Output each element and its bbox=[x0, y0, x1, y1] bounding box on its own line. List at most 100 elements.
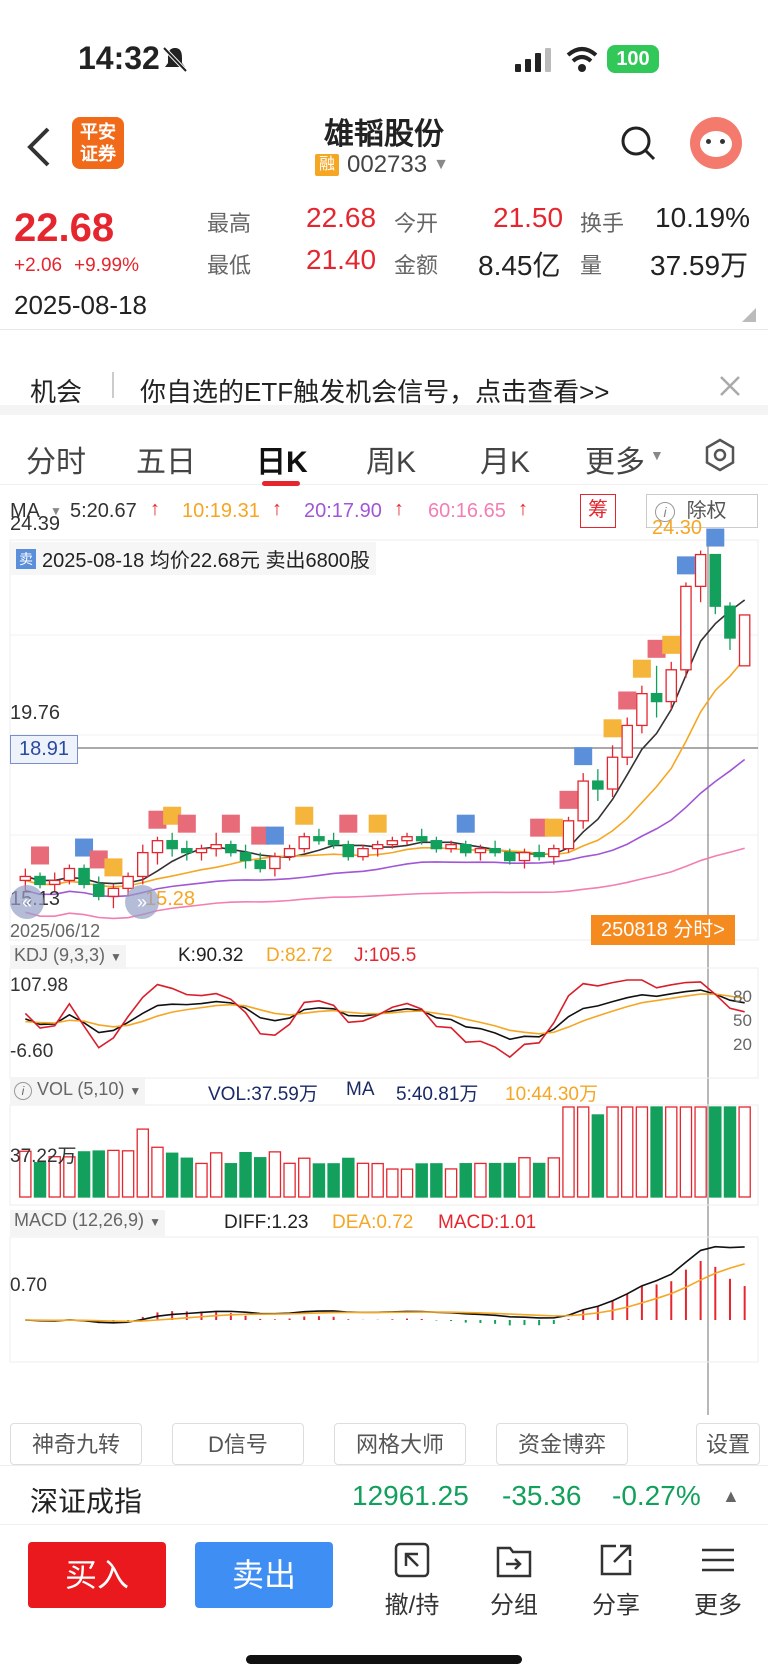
scroll-left-icon[interactable]: « bbox=[10, 885, 44, 919]
macd-dea-line bbox=[25, 1263, 745, 1323]
candle-body bbox=[166, 840, 178, 850]
volume-bar bbox=[195, 1162, 208, 1198]
index-pct: -0.27% bbox=[612, 1480, 701, 1511]
back-icon[interactable] bbox=[24, 125, 54, 169]
volume-bar bbox=[386, 1168, 399, 1198]
chevron-down-icon: ▼ bbox=[149, 1215, 161, 1229]
broker-logo: 平安证券 bbox=[72, 117, 124, 169]
kdj-indicator-select[interactable]: KDJ (9,3,3) ▼ bbox=[10, 945, 126, 969]
battery-indicator: 100 bbox=[607, 45, 659, 73]
tab-daily-k[interactable]: 日K bbox=[256, 437, 308, 481]
stock-code-row[interactable]: 融 002733 ▼ bbox=[315, 151, 449, 179]
volume-bar bbox=[239, 1152, 252, 1198]
tab-five-day[interactable]: 五日 bbox=[136, 437, 196, 481]
index-name: 深证成指 bbox=[30, 1486, 143, 1517]
tab-intraday[interactable]: 分时 bbox=[26, 437, 86, 481]
tool-nine-turn[interactable]: 神奇九转 bbox=[10, 1423, 142, 1465]
candle-body bbox=[562, 820, 575, 850]
candle-body bbox=[592, 780, 604, 790]
candle-body bbox=[298, 836, 311, 850]
close-icon[interactable] bbox=[718, 374, 742, 398]
macd-bars bbox=[25, 1245, 746, 1326]
index-change: -35.36 bbox=[502, 1480, 582, 1511]
candle-body bbox=[313, 836, 325, 842]
vol-ma5: 5:40.81万 bbox=[396, 1084, 479, 1105]
menu-icon bbox=[702, 1548, 734, 1572]
volume-bar bbox=[723, 1106, 737, 1198]
chart-area[interactable]: MA ▼ 5:20.67 ↑ 10:19.31 ↑ 20:17.90 ↑ 60:… bbox=[0, 485, 768, 1425]
trade-note-text: 2025-08-18 均价22.68元 卖出6800股 bbox=[42, 550, 370, 572]
tab-monthly-k[interactable]: 月K bbox=[480, 437, 530, 481]
quote-panel: 22.68 +2.06 +9.99% 2025-08-18 最高 22.68 今… bbox=[0, 190, 768, 330]
volume-bar bbox=[253, 1157, 267, 1198]
share-label: 分享 bbox=[592, 1592, 640, 1619]
candle-body bbox=[459, 844, 472, 854]
candle-body bbox=[738, 614, 751, 667]
tab-weekly-k[interactable]: 周K bbox=[366, 437, 416, 481]
cancel-hold-button[interactable]: 撤/持 bbox=[372, 1540, 452, 1620]
index-bar[interactable]: 深证成指 12961.25 -35.36 -0.27% ▲ bbox=[0, 1465, 768, 1525]
volume-bar bbox=[503, 1162, 517, 1198]
bottom-bar: 买入 卖出 撤/持 分组 分享 更多 bbox=[0, 1525, 768, 1670]
turnover-label: 换手 bbox=[580, 211, 625, 236]
group-button[interactable]: 分组 bbox=[474, 1540, 554, 1620]
vol-ma-label: MA bbox=[346, 1079, 375, 1100]
kdj-d: D:82.72 bbox=[266, 945, 333, 966]
buy-button[interactable]: 买入 bbox=[28, 1542, 166, 1608]
candle-body bbox=[19, 875, 32, 882]
candle-body bbox=[327, 840, 340, 846]
candle-body bbox=[650, 692, 663, 703]
ma10-line bbox=[25, 658, 746, 888]
kdj-lines bbox=[24, 979, 745, 1059]
macd-indicator-select[interactable]: MACD (12,26,9) ▼ bbox=[10, 1210, 165, 1236]
kdj-j: J:105.5 bbox=[354, 945, 417, 966]
candle-body bbox=[415, 836, 428, 842]
volume-bar bbox=[576, 1106, 590, 1198]
volume-bar bbox=[151, 1146, 164, 1198]
expand-corner-icon[interactable] bbox=[742, 308, 756, 322]
vol-axis-label: 37.22万 bbox=[10, 1146, 77, 1167]
share-icon bbox=[600, 1544, 632, 1576]
macd-diff-line bbox=[25, 1245, 745, 1324]
intraday-button[interactable]: 250818 分时> bbox=[591, 915, 735, 945]
open-label: 今开 bbox=[394, 211, 439, 236]
volume-bar bbox=[430, 1163, 443, 1198]
volume-bar bbox=[591, 1114, 605, 1198]
scroll-right-icon[interactable]: » bbox=[125, 885, 159, 919]
sell-tag: 卖 bbox=[16, 548, 36, 569]
status-time: 14:32 bbox=[78, 40, 160, 76]
volume-value: 37.59万 bbox=[650, 250, 749, 281]
tool-fund-game[interactable]: 资金博弈 bbox=[496, 1423, 628, 1465]
more-button[interactable]: 更多 bbox=[678, 1540, 758, 1620]
high-label: 最高 bbox=[207, 211, 252, 236]
gear-icon[interactable] bbox=[702, 437, 738, 473]
candle-body bbox=[269, 855, 281, 870]
volume-bar bbox=[224, 1163, 238, 1198]
vol-value: VOL:37.59万 bbox=[208, 1084, 318, 1105]
tool-settings[interactable]: 设置 bbox=[696, 1423, 760, 1465]
search-icon[interactable] bbox=[618, 123, 658, 163]
chevron-up-icon[interactable]: ▲ bbox=[722, 1486, 740, 1507]
share-button[interactable]: 分享 bbox=[576, 1540, 656, 1620]
volume-bar bbox=[180, 1157, 194, 1198]
sell-button[interactable]: 卖出 bbox=[195, 1542, 333, 1608]
tool-grid-master[interactable]: 网格大师 bbox=[334, 1423, 466, 1465]
kdj-20-label: 20 bbox=[733, 1035, 752, 1054]
banner-text: 你自选的ETF触发机会信号，点击查看>> bbox=[140, 377, 610, 407]
candle-body bbox=[151, 840, 164, 854]
info-icon: i bbox=[14, 1082, 32, 1100]
tab-more[interactable]: 更多 bbox=[585, 437, 645, 481]
signal-banner[interactable]: 机会 你自选的ETF触发机会信号，点击查看>> bbox=[0, 330, 768, 407]
trade-note: 卖 2025-08-18 均价22.68元 卖出6800股 bbox=[10, 542, 376, 575]
vol-ma10: 10:44.30万 bbox=[505, 1084, 598, 1105]
candle-body bbox=[357, 847, 369, 858]
candle-body bbox=[122, 875, 134, 890]
kdj-bottom-label: -6.60 bbox=[10, 1041, 54, 1062]
amount-label: 金额 bbox=[394, 253, 439, 278]
avatar[interactable] bbox=[690, 117, 742, 169]
kdj-label: KDJ (9,3,3) bbox=[14, 945, 106, 965]
chevron-down-icon: ▼ bbox=[433, 156, 449, 173]
axis-high-label: 24.39 bbox=[10, 513, 61, 535]
tool-d-signal[interactable]: D信号 bbox=[172, 1423, 304, 1465]
vol-indicator-select[interactable]: i VOL (5,10) ▼ bbox=[10, 1077, 146, 1105]
